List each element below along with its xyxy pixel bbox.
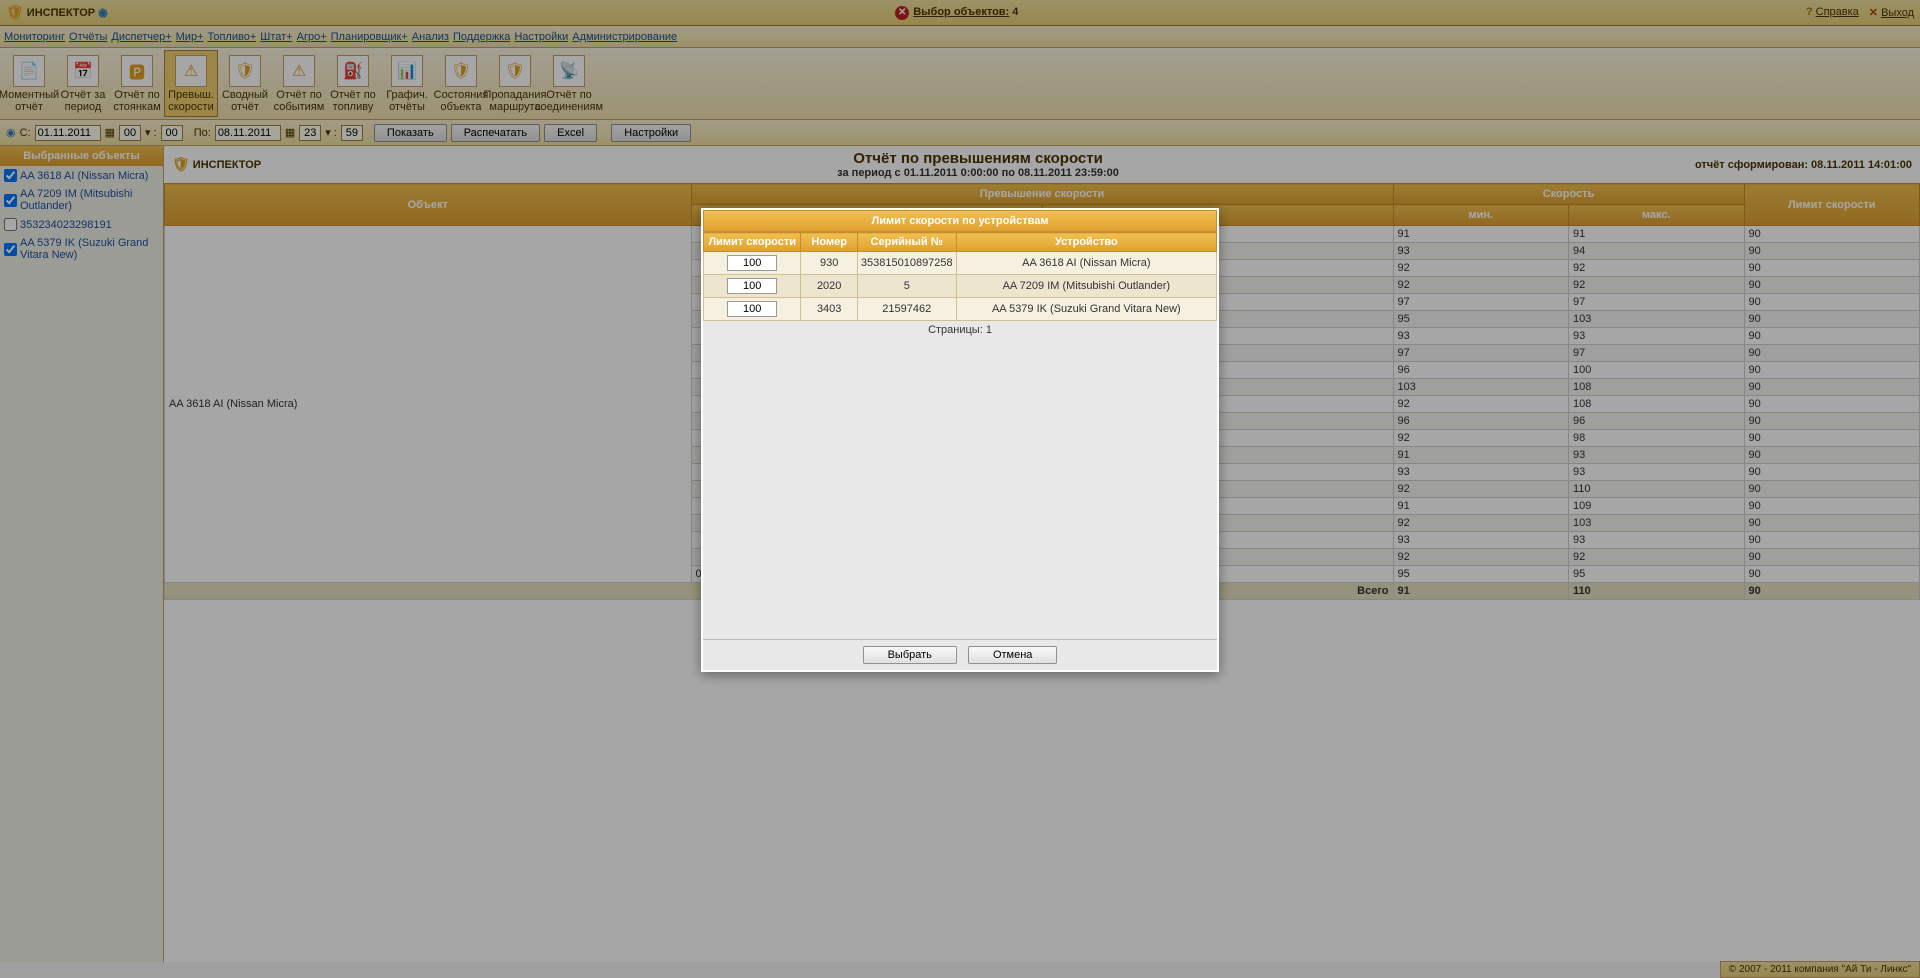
modal-table: Лимит скорости Номер Серийный № Устройст… bbox=[703, 232, 1217, 321]
mcol-device: Устройство bbox=[956, 233, 1216, 252]
modal-row: 340321597462AA 5379 IK (Suzuki Grand Vit… bbox=[704, 298, 1217, 321]
modal-row: 20205AA 7209 IM (Mitsubishi Outlander) bbox=[704, 275, 1217, 298]
limit-input[interactable] bbox=[727, 301, 777, 317]
modal-overlay: Лимит скорости по устройствам Лимит скор… bbox=[0, 0, 1920, 978]
mcol-serial: Серийный № bbox=[857, 233, 956, 252]
mcol-num: Номер bbox=[801, 233, 857, 252]
select-button[interactable]: Выбрать bbox=[863, 646, 957, 664]
cancel-button[interactable]: Отмена bbox=[968, 646, 1057, 664]
modal-title: Лимит скорости по устройствам bbox=[703, 210, 1217, 232]
limit-input[interactable] bbox=[727, 278, 777, 294]
mcol-limit: Лимит скорости bbox=[704, 233, 801, 252]
speed-limit-modal: Лимит скорости по устройствам Лимит скор… bbox=[701, 208, 1219, 672]
modal-row: 930353815010897258AA 3618 AI (Nissan Mic… bbox=[704, 252, 1217, 275]
limit-input[interactable] bbox=[727, 255, 777, 271]
modal-pages: Страницы: 1 bbox=[703, 321, 1217, 339]
